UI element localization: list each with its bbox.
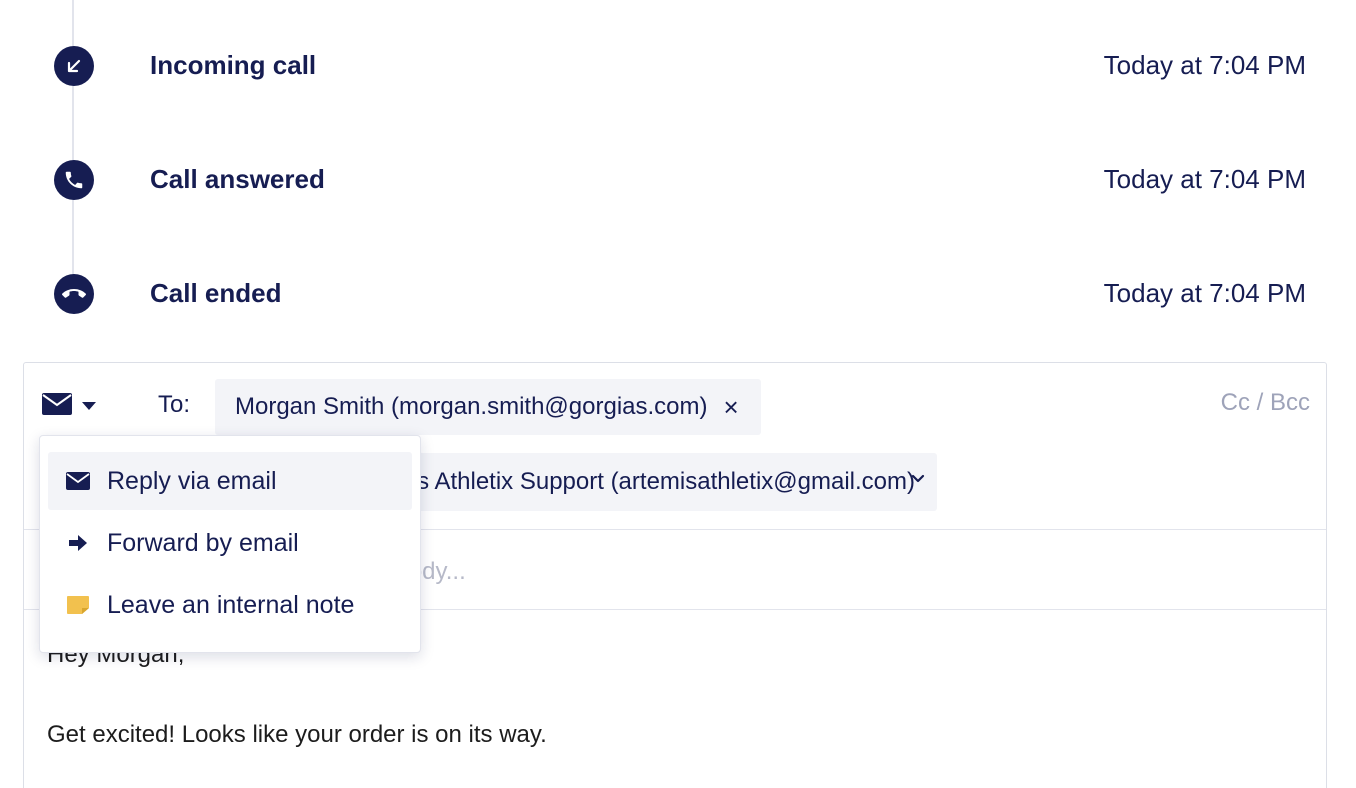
menu-item-label: Reply via email <box>107 466 277 495</box>
channel-selector-button[interactable] <box>42 391 106 421</box>
event-timestamp: Today at 7:04 PM <box>1103 50 1306 80</box>
timeline-event-incoming-call: Incoming call Today at 7:04 PM <box>0 36 1356 96</box>
arrow-right-icon <box>66 531 90 555</box>
arrow-down-left-icon <box>54 46 94 86</box>
event-timestamp: Today at 7:04 PM <box>1103 278 1306 308</box>
menu-item-forward-by-email[interactable]: Forward by email <box>48 514 412 572</box>
event-title: Call answered <box>150 164 325 194</box>
recipient-label: Morgan Smith (morgan.smith@gorgias.com) <box>235 393 708 420</box>
phone-icon <box>54 160 94 200</box>
event-title: Incoming call <box>150 50 317 80</box>
cc-bcc-toggle[interactable]: Cc / Bcc <box>1221 389 1310 417</box>
to-label: To: <box>158 391 191 418</box>
menu-item-internal-note[interactable]: Leave an internal note <box>48 576 412 634</box>
phone-hangup-icon <box>54 274 94 314</box>
event-timestamp: Today at 7:04 PM <box>1103 164 1306 194</box>
email-icon <box>66 469 90 493</box>
chevron-down-icon <box>911 471 925 489</box>
menu-item-reply-via-email[interactable]: Reply via email <box>48 452 412 510</box>
message-body-line[interactable]: Get excited! Looks like your order is on… <box>47 721 547 749</box>
note-icon <box>66 593 90 617</box>
timeline-event-call-ended: Call ended Today at 7:04 PM <box>0 264 1356 324</box>
channel-dropdown-menu: Reply via email Forward by email Leave a… <box>39 435 421 653</box>
ticket-view: Incoming call Today at 7:04 PM Call answ… <box>0 0 1356 788</box>
recipient-chip[interactable]: Morgan Smith (morgan.smith@gorgias.com) … <box>215 379 761 435</box>
event-title: Call ended <box>150 278 282 308</box>
email-icon <box>42 392 72 420</box>
timeline-event-call-answered: Call answered Today at 7:04 PM <box>0 150 1356 210</box>
chevron-down-icon <box>82 397 96 415</box>
remove-recipient-icon[interactable]: × <box>724 394 739 420</box>
menu-item-label: Leave an internal note <box>107 590 355 619</box>
menu-item-label: Forward by email <box>107 528 299 557</box>
